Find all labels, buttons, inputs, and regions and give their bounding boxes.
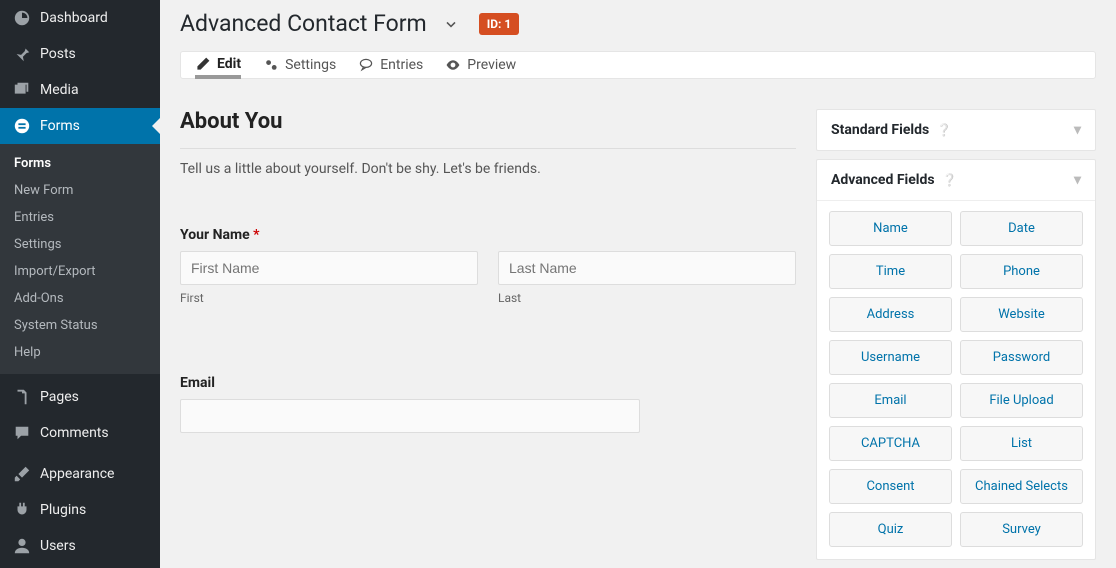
sidebar-item-label: Users [40,538,76,554]
panel-title: Standard Fields [831,122,929,138]
plug-icon [12,500,32,520]
sidebar-item-label: Posts [40,46,76,62]
forms-icon [12,116,32,136]
sidebar-item-users[interactable]: Users [0,528,160,564]
caret-down-icon: ▾ [1074,122,1081,138]
gears-icon [263,57,279,73]
sidebar-item-label: Forms [40,118,80,134]
pages-icon [12,387,32,407]
panel-title: Advanced Fields [831,172,935,188]
sidebar-sub-addons[interactable]: Add-Ons [0,285,160,312]
caret-down-icon: ▾ [1074,172,1081,188]
required-asterisk: * [253,227,259,243]
field-type-button[interactable]: CAPTCHA [829,426,952,461]
page-header: Advanced Contact Form ID: 1 [180,0,1096,51]
sidebar-item-label: Comments [40,425,109,441]
pencil-icon [195,56,211,72]
help-icon[interactable]: ❔ [942,173,957,187]
field-type-button[interactable]: Address [829,297,952,332]
sidebar-item-label: Dashboard [40,10,108,26]
field-type-button[interactable]: Website [960,297,1083,332]
tab-entries[interactable]: Entries [358,52,423,78]
eye-icon [445,57,461,73]
sidebar-item-posts[interactable]: Posts [0,36,160,72]
standard-fields-toggle[interactable]: Standard Fields ❔ ▾ [817,110,1095,150]
form-tabs: Edit Settings Entries Preview [180,51,1096,79]
sidebar-item-media[interactable]: Media [0,72,160,108]
tab-settings[interactable]: Settings [263,52,336,78]
sidebar-sub-new-form[interactable]: New Form [0,177,160,204]
field-type-button[interactable]: Time [829,254,952,289]
section-description: Tell us a little about yourself. Don't b… [180,161,796,177]
tab-preview[interactable]: Preview [445,52,516,78]
admin-sidebar: Dashboard Posts Media Forms Forms New Fo… [0,0,160,568]
first-name-input[interactable] [180,251,478,285]
main-content: Advanced Contact Form ID: 1 Edit Setting… [160,0,1116,568]
sidebar-item-plugins[interactable]: Plugins [0,492,160,528]
tab-label: Settings [285,57,336,73]
email-input[interactable] [180,399,640,433]
field-type-button[interactable]: Chained Selects [960,469,1083,504]
help-icon[interactable]: ❔ [937,123,952,137]
sidebar-submenu-forms: Forms New Form Entries Settings Import/E… [0,144,160,374]
sidebar-item-appearance[interactable]: Appearance [0,456,160,492]
field-type-button[interactable]: Consent [829,469,952,504]
field-type-button[interactable]: Survey [960,512,1083,547]
tab-label: Edit [217,56,241,72]
section-title: About You [180,109,796,134]
field-type-button[interactable]: Quiz [829,512,952,547]
field-type-button[interactable]: Date [960,211,1083,246]
user-icon [12,536,32,556]
email-field-label: Email [180,375,796,391]
divider [180,148,796,149]
tab-edit[interactable]: Edit [195,53,241,79]
fields-panels: Standard Fields ❔ ▾ Advanced Fields ❔ ▾ … [816,109,1096,568]
form-switcher-chevron[interactable] [443,16,459,32]
name-field-label: Your Name * [180,227,796,243]
pin-icon [12,44,32,64]
field-type-button[interactable]: Username [829,340,952,375]
last-sublabel: Last [498,291,796,305]
last-name-input[interactable] [498,251,796,285]
form-editor-area: About You Tell us a little about yoursel… [180,109,796,568]
name-sublabels: First Last [180,291,796,305]
sidebar-item-label: Plugins [40,502,86,518]
sidebar-item-label: Media [40,82,79,98]
comments-icon [12,423,32,443]
dashboard-icon [12,8,32,28]
speech-icon [358,57,374,73]
media-icon [12,80,32,100]
field-type-button[interactable]: Password [960,340,1083,375]
sidebar-sub-import-export[interactable]: Import/Export [0,258,160,285]
sidebar-item-comments[interactable]: Comments [0,415,160,451]
first-sublabel: First [180,291,478,305]
sidebar-sub-system-status[interactable]: System Status [0,312,160,339]
tab-label: Preview [467,57,516,73]
sidebar-item-forms[interactable]: Forms [0,108,160,144]
sidebar-sub-settings[interactable]: Settings [0,231,160,258]
field-type-button[interactable]: List [960,426,1083,461]
page-title: Advanced Contact Form [180,10,427,37]
advanced-fields-toggle[interactable]: Advanced Fields ❔ ▾ [817,160,1095,200]
sidebar-sub-help[interactable]: Help [0,339,160,366]
sidebar-item-label: Pages [40,389,79,405]
advanced-fields-grid: NameDateTimePhoneAddressWebsiteUsernameP… [829,211,1083,547]
brush-icon [12,464,32,484]
name-field-row [180,251,796,285]
sidebar-sub-entries[interactable]: Entries [0,204,160,231]
tab-label: Entries [380,57,423,73]
advanced-fields-panel: Advanced Fields ❔ ▾ NameDateTimePhoneAdd… [816,159,1096,560]
field-type-button[interactable]: Phone [960,254,1083,289]
field-type-button[interactable]: File Upload [960,383,1083,418]
form-id-badge: ID: 1 [479,13,520,35]
field-type-button[interactable]: Name [829,211,952,246]
standard-fields-panel: Standard Fields ❔ ▾ [816,109,1096,151]
field-type-button[interactable]: Email [829,383,952,418]
sidebar-item-label: Appearance [40,466,114,482]
sidebar-item-pages[interactable]: Pages [0,379,160,415]
sidebar-item-dashboard[interactable]: Dashboard [0,0,160,36]
sidebar-sub-forms[interactable]: Forms [0,150,160,177]
